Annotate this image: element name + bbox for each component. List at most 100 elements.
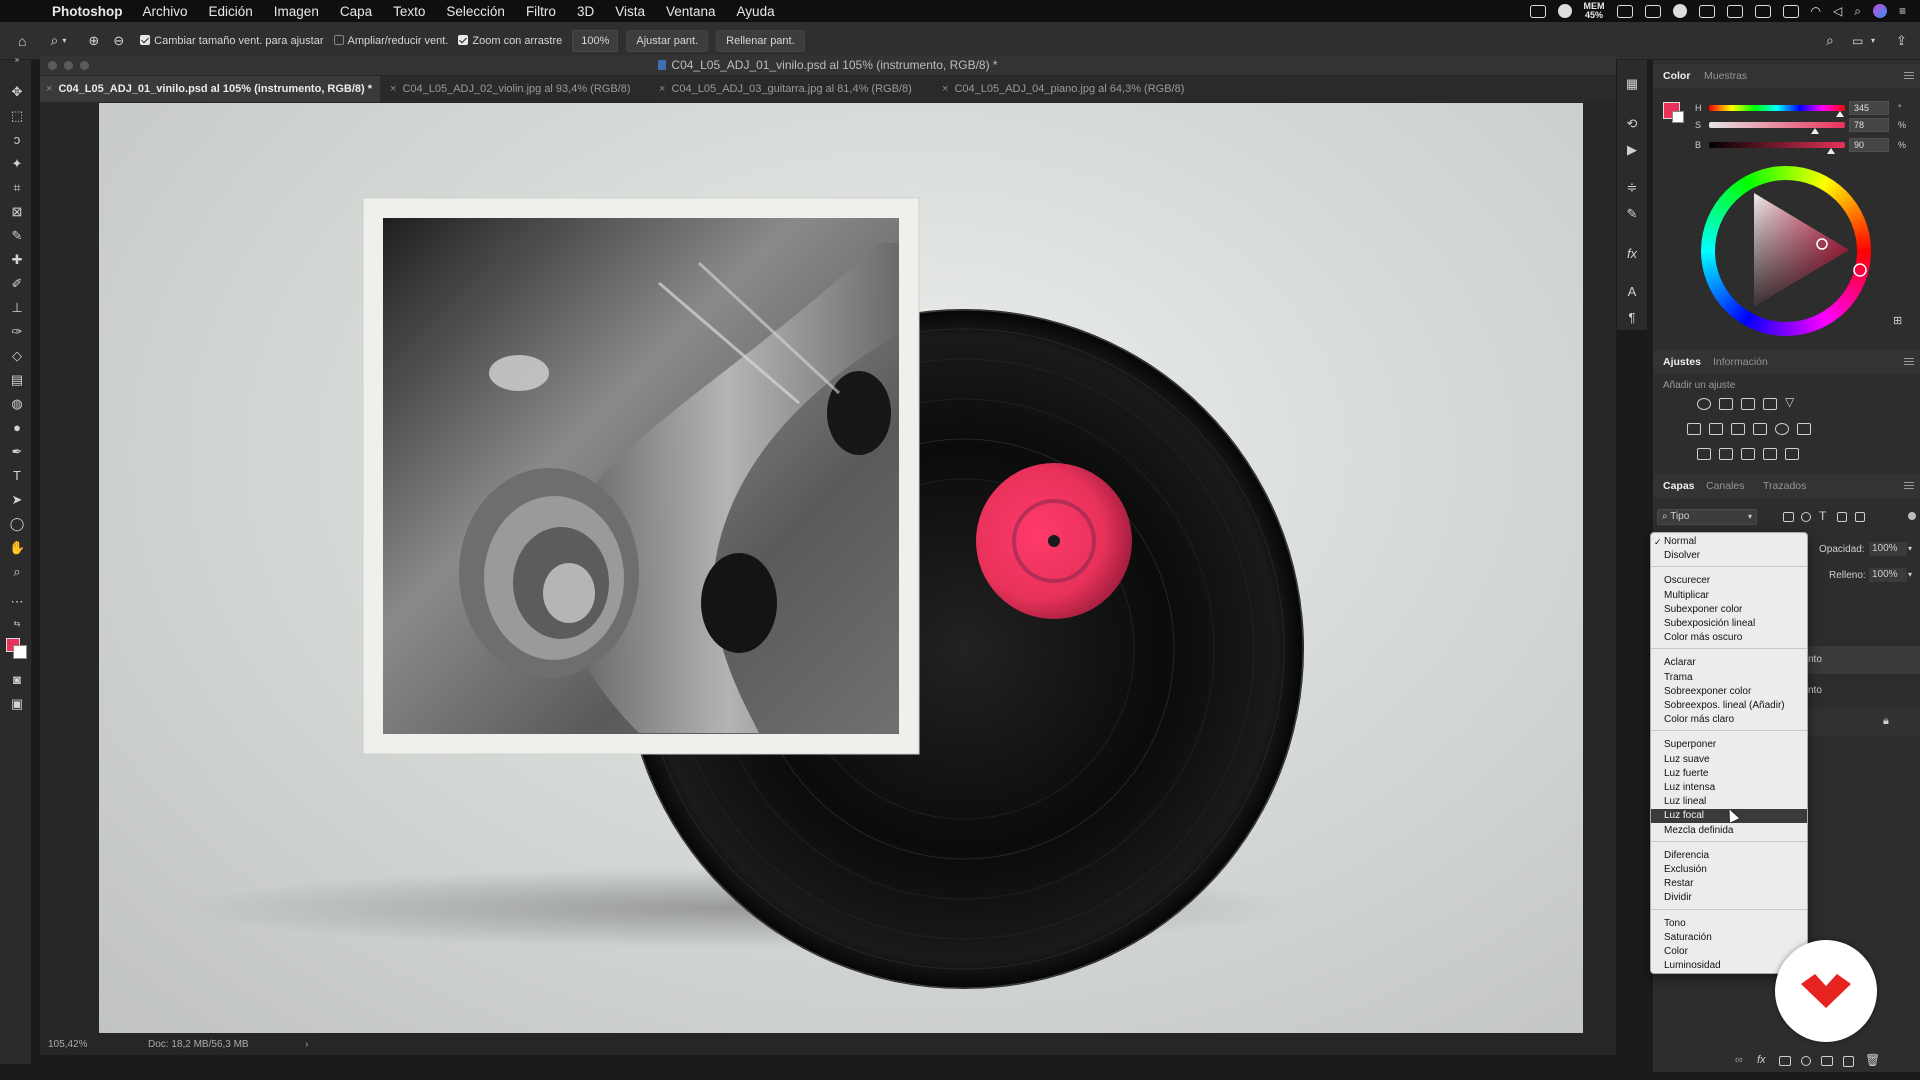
properties-icon[interactable]: ≑ — [1624, 180, 1640, 196]
zoom-percent-field[interactable]: 100% — [572, 29, 619, 52]
close-tab-icon[interactable]: × — [390, 83, 396, 95]
eyedropper-icon[interactable]: ✎ — [9, 228, 25, 244]
crop-tool-icon[interactable]: ⌗ — [9, 180, 25, 196]
frame-tool-icon[interactable]: ⊠ — [9, 204, 25, 220]
filter-pixel-icon[interactable] — [1783, 512, 1794, 522]
threshold-icon[interactable] — [1741, 448, 1755, 460]
upload-icon[interactable] — [1698, 4, 1715, 18]
tab-violin[interactable]: × C04_L05_ADJ_02_violin.jpg al 93,4% (RGB… — [384, 76, 631, 102]
menu-vista[interactable]: Vista — [615, 4, 645, 19]
fill-value[interactable]: 100% — [1869, 568, 1907, 582]
minimize-window-icon[interactable] — [64, 61, 73, 70]
blend-mode-dropdown[interactable]: ✓ Normal Disolver Oscurecer Multiplicar Subex… — [1650, 532, 1808, 974]
history-brush-icon[interactable]: ✑ — [9, 324, 25, 340]
fit-screen-button[interactable]: Ajustar pant. — [626, 29, 709, 52]
blur-tool-icon[interactable]: ◍ — [9, 396, 25, 412]
filter-smart-object-icon[interactable] — [1855, 512, 1865, 522]
pen-tool-icon[interactable]: ✒ — [9, 444, 25, 460]
saturation-track[interactable] — [1709, 122, 1845, 134]
zoom-in-icon[interactable]: ⊕ — [88, 33, 99, 49]
ellipse-tool-icon[interactable]: ◯ — [9, 516, 25, 532]
blend-mode-option[interactable]: Dividir — [1651, 891, 1807, 905]
channel-mixer-icon[interactable] — [1775, 423, 1789, 435]
tab-canales[interactable]: Canales — [1706, 474, 1745, 498]
selective-color-icon[interactable] — [1763, 448, 1777, 460]
healing-brush-icon[interactable]: ✚ — [9, 252, 25, 268]
delete-layer-icon[interactable]: 🗑︎ — [1865, 1053, 1880, 1067]
dropbox-icon[interactable] — [1616, 4, 1633, 18]
hue-ring-picker[interactable] — [1853, 263, 1867, 277]
invert-icon[interactable] — [1697, 448, 1711, 460]
layer-style-fx-icon[interactable]: fx — [1757, 1054, 1766, 1066]
black-white-icon[interactable] — [1731, 423, 1745, 435]
tab-trazados[interactable]: Trazados — [1763, 474, 1806, 498]
menu-ayuda[interactable]: Ayuda — [737, 4, 775, 19]
zoom-tool-icon[interactable]: ⌕ — [9, 564, 25, 580]
blend-mode-option[interactable]: Luz intensa — [1651, 781, 1807, 795]
saturation-knob[interactable] — [1811, 128, 1820, 134]
blend-mode-option[interactable]: Color más claro — [1651, 713, 1807, 727]
magic-wand-icon[interactable]: ✦ — [9, 156, 25, 172]
brush-settings-icon[interactable]: ✎ — [1624, 206, 1640, 222]
blend-mode-option[interactable]: Disolver — [1651, 549, 1807, 563]
screen-icon[interactable] — [1529, 4, 1546, 18]
chevron-down-icon[interactable]: ▾ — [62, 36, 66, 45]
menu-texto[interactable]: Texto — [393, 4, 425, 19]
scrubby-zoom-checkbox[interactable]: Zoom con arrastre — [458, 34, 562, 47]
vibrance-icon[interactable]: ▽ — [1785, 395, 1794, 409]
levels-icon[interactable] — [1719, 398, 1733, 410]
app-status-icon[interactable] — [1672, 4, 1687, 18]
share-icon[interactable]: ⇪ — [1896, 33, 1907, 49]
panel-menu-icon[interactable] — [1904, 482, 1914, 489]
blend-mode-option[interactable]: Oscurecer — [1651, 574, 1807, 588]
close-tab-icon[interactable]: × — [659, 83, 665, 95]
actions-play-icon[interactable]: ▶ — [1624, 142, 1640, 158]
color-wheel[interactable] — [1701, 166, 1871, 336]
quick-mask-icon[interactable]: ◙ — [9, 672, 25, 688]
blend-mode-option[interactable]: Luz lineal — [1651, 795, 1807, 809]
extension-icon[interactable] — [1644, 4, 1661, 18]
hue-track[interactable] — [1709, 105, 1845, 117]
move-tool-icon[interactable]: ✥ — [9, 84, 25, 100]
character-icon[interactable]: A — [1624, 284, 1640, 300]
camera-icon[interactable] — [1726, 4, 1743, 18]
photo-filter-icon[interactable] — [1753, 423, 1767, 435]
menu-imagen[interactable]: Imagen — [274, 4, 319, 19]
control-center-icon[interactable]: ≡ — [1899, 4, 1906, 18]
blend-mode-option[interactable]: Diferencia — [1651, 849, 1807, 863]
saturation-value[interactable]: 78 — [1849, 118, 1889, 132]
menu-archivo[interactable]: Archivo — [143, 4, 188, 19]
gradient-map-icon[interactable] — [1785, 448, 1799, 460]
volume-icon[interactable]: ◁ — [1833, 4, 1842, 18]
panel-menu-icon[interactable] — [1904, 358, 1914, 365]
blend-mode-option[interactable]: Color más oscuro — [1651, 631, 1807, 645]
screen-mirror-icon[interactable] — [1782, 4, 1799, 18]
blend-mode-option[interactable]: Aclarar — [1651, 656, 1807, 670]
filter-type-icon[interactable]: T — [1819, 509, 1826, 523]
blend-mode-option[interactable]: Restar — [1651, 877, 1807, 891]
blend-mode-option[interactable]: Luz fuerte — [1651, 767, 1807, 781]
path-selection-icon[interactable]: ➤ — [9, 492, 25, 508]
menu-edicion[interactable]: Edición — [209, 4, 253, 19]
close-tab-icon[interactable]: × — [46, 83, 52, 95]
close-window-icon[interactable] — [48, 61, 57, 70]
blend-mode-option[interactable]: Luz suave — [1651, 753, 1807, 767]
lasso-tool-icon[interactable]: ↄ — [9, 132, 25, 148]
chevron-down-icon[interactable]: ▾ — [1908, 570, 1912, 579]
workspace-icon[interactable]: ▭ — [1852, 34, 1863, 48]
tab-color[interactable]: Color — [1663, 64, 1690, 88]
layer-row[interactable] — [1803, 708, 1920, 736]
screen-mode-icon[interactable]: ▣ — [9, 696, 25, 712]
link-layers-icon[interactable]: ∞ — [1735, 1054, 1743, 1066]
exposure-icon[interactable] — [1763, 398, 1777, 410]
spotlight-icon[interactable]: ⌕ — [1854, 4, 1861, 19]
hue-value[interactable]: 345 — [1849, 101, 1889, 115]
wifi-icon[interactable]: ◠ — [1811, 4, 1821, 18]
siri-icon[interactable] — [1872, 4, 1887, 18]
cloud-sync-icon[interactable] — [1557, 4, 1572, 18]
filter-adjustment-icon[interactable] — [1801, 512, 1811, 522]
menu-filtro[interactable]: Filtro — [526, 4, 556, 19]
home-icon[interactable]: ⌂ — [18, 33, 26, 49]
brightness-value[interactable]: 90 — [1849, 138, 1889, 152]
panel-menu-icon[interactable] — [1904, 72, 1914, 79]
